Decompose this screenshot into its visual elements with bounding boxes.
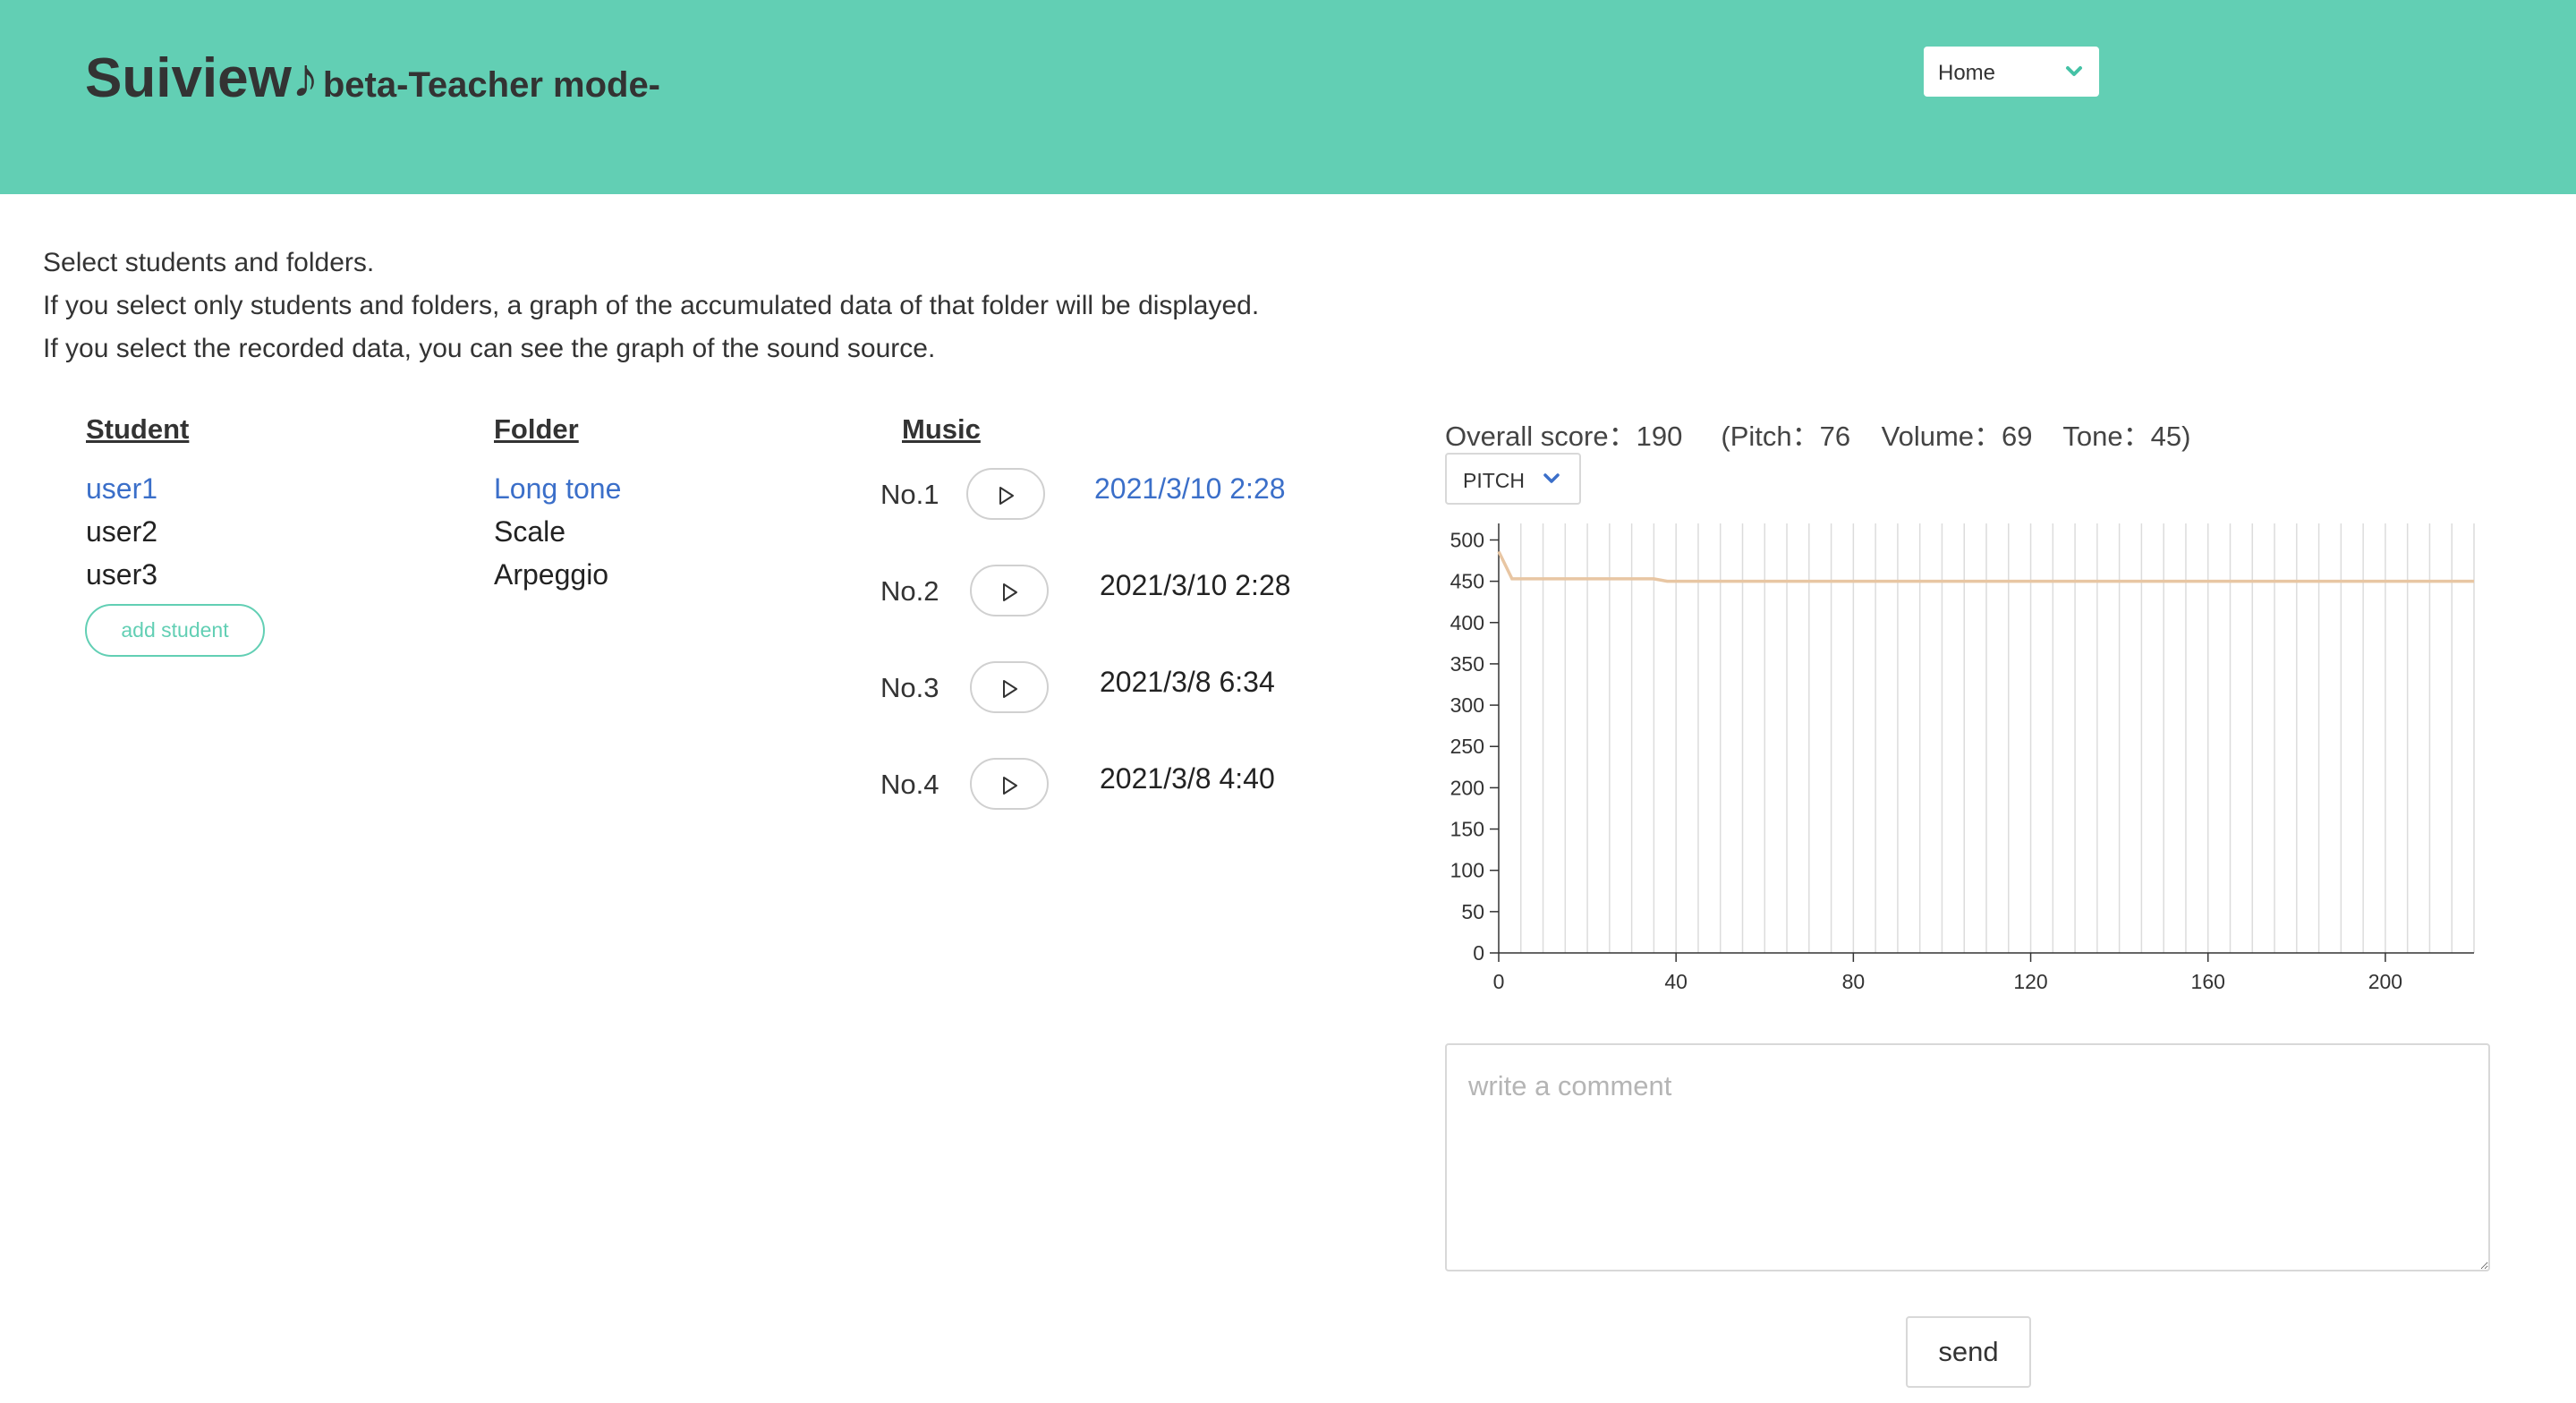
chevron-down-icon (1543, 473, 1560, 483)
music-column-header: Music (902, 413, 981, 445)
play-button[interactable] (970, 565, 1049, 616)
chevron-down-icon (2066, 66, 2082, 76)
music-date[interactable]: 2021/3/8 4:40 (1100, 762, 1275, 795)
app-title-text: Suiview♪ (85, 47, 319, 109)
y-tick-label: 0 (1473, 941, 1484, 965)
folder-item-scale[interactable]: Scale (494, 515, 565, 548)
play-button[interactable] (966, 468, 1045, 520)
y-tick-label: 50 (1461, 900, 1484, 923)
folder-item-arpeggio[interactable]: Arpeggio (494, 558, 608, 591)
play-icon (1003, 583, 1017, 601)
play-icon (1003, 777, 1017, 795)
instruction-line: If you select the recorded data, you can… (43, 334, 936, 363)
play-button[interactable] (970, 758, 1049, 810)
overall-score: Overall score：190 (1445, 421, 1683, 452)
play-icon (999, 487, 1014, 505)
music-number: No.4 (880, 769, 939, 800)
x-tick-label: 80 (1842, 970, 1866, 993)
y-tick-label: 200 (1450, 776, 1484, 799)
pitch-score: (Pitch：76 (1721, 421, 1851, 452)
app-header: Suiview♪ beta-Teacher mode- Home (0, 0, 2576, 194)
score-summary: Overall score：190 (Pitch：76 Volume：69 To… (1445, 413, 2190, 454)
instruction-line: If you select only students and folders,… (43, 291, 1260, 320)
y-tick-label: 300 (1450, 693, 1484, 717)
x-tick-label: 120 (2013, 970, 2047, 993)
app-title: Suiview♪ beta-Teacher mode- (85, 47, 660, 110)
x-tick-label: 40 (1664, 970, 1688, 993)
y-tick-label: 100 (1450, 859, 1484, 882)
add-student-button[interactable]: add student (85, 604, 265, 657)
play-icon (1003, 680, 1017, 698)
x-tick-label: 160 (2191, 970, 2225, 993)
send-button[interactable]: send (1906, 1316, 2031, 1388)
nav-select[interactable]: Home (1924, 47, 2099, 97)
comment-input[interactable] (1445, 1043, 2490, 1271)
app-subtitle: beta-Teacher mode- (322, 65, 661, 105)
tone-score: Tone：45) (2062, 421, 2191, 452)
folder-item-long-tone[interactable]: Long tone (494, 472, 621, 506)
volume-score: Volume：69 (1881, 421, 2033, 452)
y-tick-label: 400 (1450, 611, 1484, 634)
music-number: No.1 (880, 479, 939, 510)
music-date[interactable]: 2021/3/10 2:28 (1094, 472, 1286, 506)
student-item-user1[interactable]: user1 (86, 472, 157, 506)
play-button[interactable] (970, 661, 1049, 713)
student-item-user2[interactable]: user2 (86, 515, 157, 548)
pitch-chart: 0 50 100 150 200 250 300 350 400 450 500 0 40 80 120 16… (1450, 523, 2475, 993)
x-tick-label: 0 (1493, 970, 1505, 993)
metric-select[interactable]: PITCH (1445, 453, 1581, 505)
student-item-user3[interactable]: user3 (86, 558, 157, 591)
nav-select-value: Home (1938, 61, 1996, 85)
music-number: No.2 (880, 575, 939, 607)
y-tick-label: 500 (1450, 528, 1484, 551)
student-column-header: Student (86, 413, 190, 445)
music-date[interactable]: 2021/3/10 2:28 (1100, 569, 1291, 602)
music-number: No.3 (880, 672, 939, 703)
folder-column-header: Folder (494, 413, 579, 445)
metric-select-value: PITCH (1463, 469, 1525, 492)
music-date[interactable]: 2021/3/8 6:34 (1100, 666, 1275, 699)
y-tick-label: 450 (1450, 570, 1484, 593)
y-tick-label: 250 (1450, 735, 1484, 758)
instructions: Select students and folders. If you sele… (43, 242, 1259, 370)
y-tick-label: 150 (1450, 818, 1484, 841)
x-tick-label: 200 (2368, 970, 2402, 993)
y-tick-label: 350 (1450, 652, 1484, 676)
instruction-line: Select students and folders. (43, 248, 375, 277)
